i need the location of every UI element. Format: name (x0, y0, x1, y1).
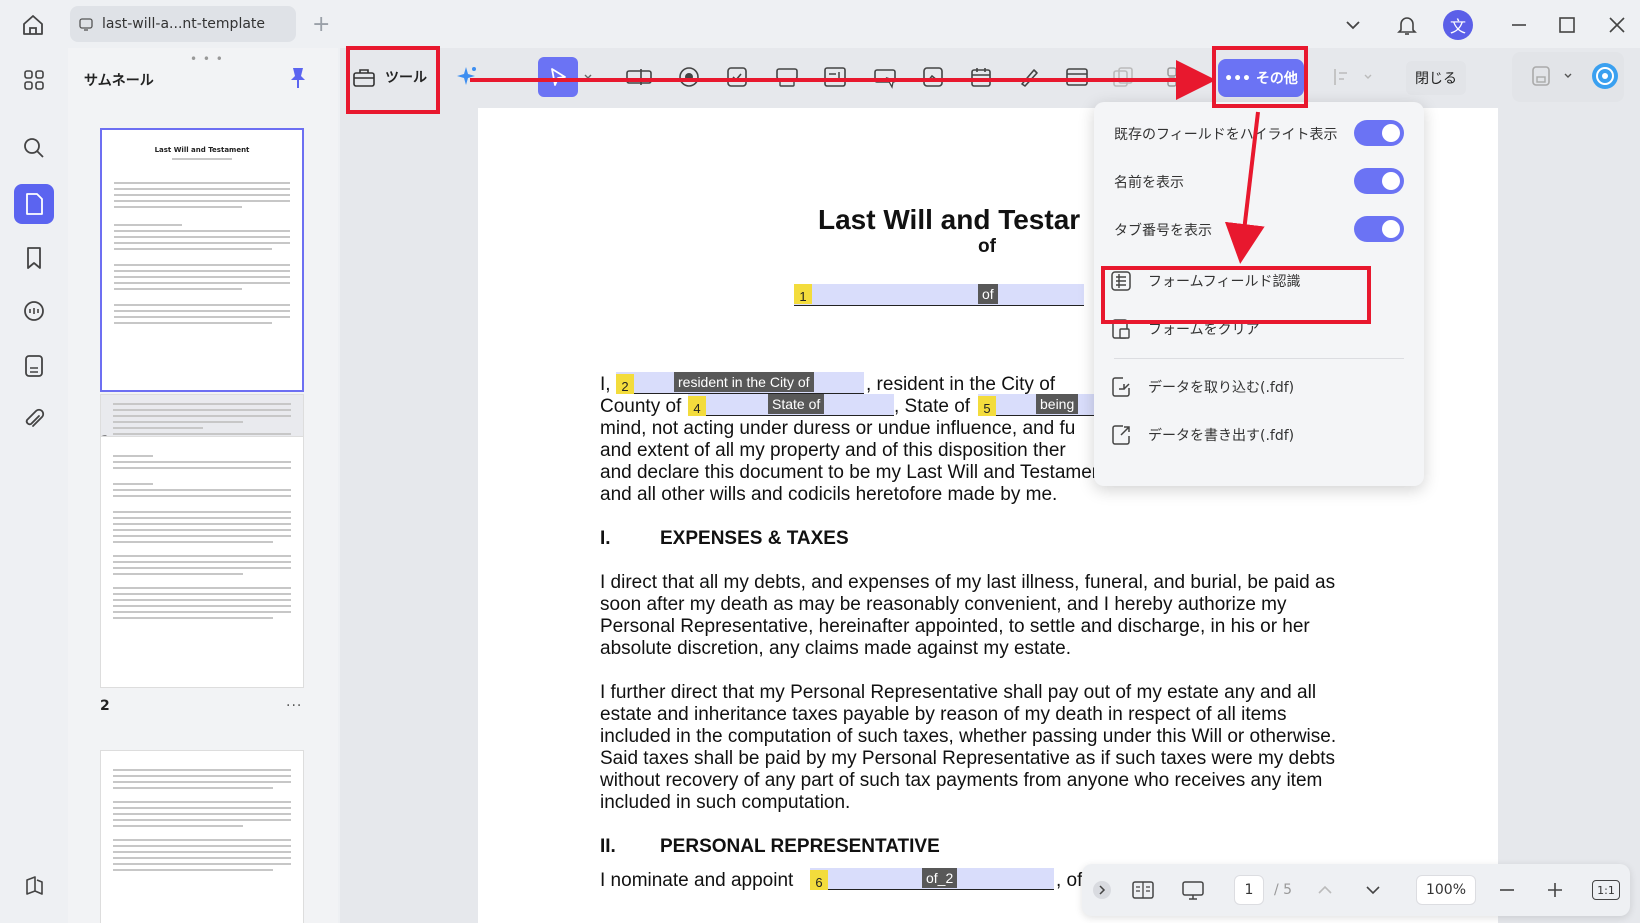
total-pages: / 5 (1273, 882, 1293, 898)
page-number-input[interactable]: 1 (1234, 875, 1264, 905)
actual-size-button[interactable]: 1:1 (1592, 880, 1620, 900)
prev-page-icon[interactable] (1312, 875, 1338, 905)
reading-mode-icon[interactable] (1128, 875, 1158, 905)
presentation-icon[interactable] (1178, 875, 1208, 905)
zoom-out-icon[interactable] (1494, 875, 1520, 905)
next-page-icon[interactable] (1360, 875, 1386, 905)
zoom-in-icon[interactable] (1542, 875, 1568, 905)
zoom-level[interactable]: 100% (1416, 875, 1476, 905)
arrow-to-recognition (1224, 111, 1265, 264)
expand-icon[interactable] (1090, 875, 1114, 905)
annotation-arrows (470, 60, 1265, 264)
